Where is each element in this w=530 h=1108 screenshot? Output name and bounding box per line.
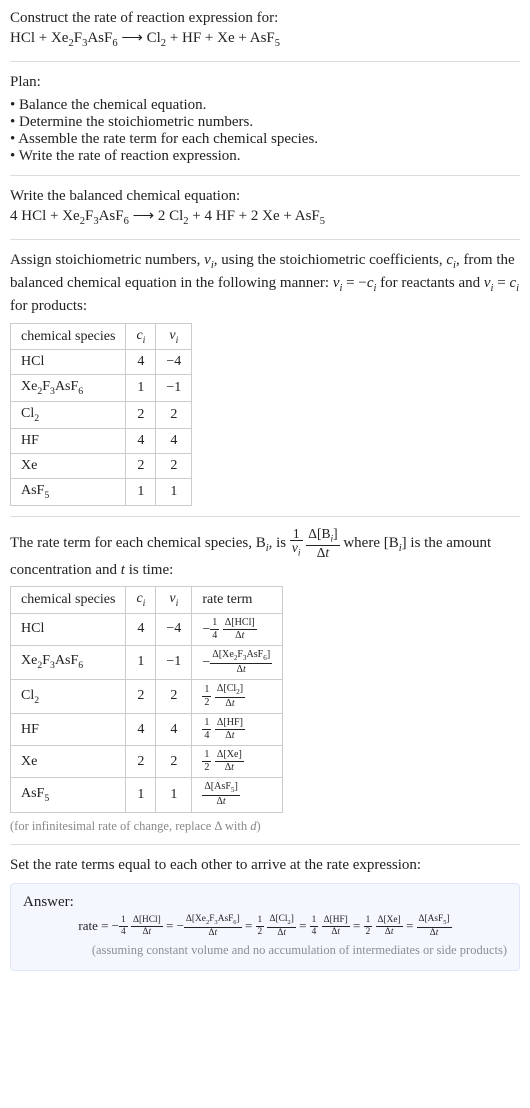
cell-species: AsF5 bbox=[11, 778, 126, 812]
plan-list: Balance the chemical equation. Determine… bbox=[10, 97, 520, 165]
divider bbox=[10, 844, 520, 845]
cell-ci: 1 bbox=[126, 375, 156, 402]
plan-item: Assemble the rate term for each chemical… bbox=[10, 131, 520, 148]
table-row: HCl4−4−14 Δ[HCl]Δt bbox=[11, 613, 283, 645]
balanced-equation: 4 HCl + Xe2F3AsF6 ⟶ 2 Cl2 + 4 HF + 2 Xe … bbox=[10, 206, 520, 229]
col-ci: ci bbox=[126, 323, 156, 350]
plan-item: Balance the chemical equation. bbox=[10, 97, 520, 114]
cell-vi: 2 bbox=[156, 679, 192, 713]
cell-ci: 1 bbox=[126, 479, 156, 506]
table-row: HCl4−4 bbox=[11, 350, 192, 375]
stoich-intro: Assign stoichiometric numbers, νi, using… bbox=[10, 250, 520, 317]
table-row: Cl22212 Δ[Cl2]Δt bbox=[11, 679, 283, 713]
cell-vi: −1 bbox=[156, 645, 192, 679]
plan-title: Plan: bbox=[10, 72, 520, 92]
frac-den: Δt bbox=[306, 545, 339, 560]
cell-species: Xe bbox=[11, 454, 126, 479]
answer-title: Answer: bbox=[23, 894, 507, 911]
cell-species: HCl bbox=[11, 613, 126, 645]
cell-vi: 2 bbox=[156, 454, 192, 479]
table-row: HF4414 Δ[HF]Δt bbox=[11, 714, 283, 746]
cell-ci: 2 bbox=[126, 402, 156, 429]
divider bbox=[10, 516, 520, 517]
cell-ci: 1 bbox=[126, 645, 156, 679]
answer-rate-expression: rate = −14 Δ[HCl]Δt = −Δ[Xe2F3AsF6]Δt = … bbox=[23, 915, 507, 939]
col-species: chemical species bbox=[11, 586, 126, 613]
cell-species: Xe2F3AsF6 bbox=[11, 645, 126, 679]
balanced-title: Write the balanced chemical equation: bbox=[10, 186, 520, 206]
cell-vi: 2 bbox=[156, 402, 192, 429]
cell-species: AsF5 bbox=[11, 479, 126, 506]
answer-box: Answer: rate = −14 Δ[HCl]Δt = −Δ[Xe2F3As… bbox=[10, 883, 520, 971]
cell-vi: −4 bbox=[156, 613, 192, 645]
cell-rate: −14 Δ[HCl]Δt bbox=[192, 613, 283, 645]
rate-intro-p1: The rate term for each chemical species,… bbox=[10, 535, 290, 551]
table-row: Xe2F3AsF61−1 bbox=[11, 375, 192, 402]
rate-table: chemical species ci νi rate term HCl4−4−… bbox=[10, 586, 283, 813]
problem-equation: HCl + Xe2F3AsF6 ⟶ Cl2 + HF + Xe + AsF5 bbox=[10, 28, 520, 51]
cell-vi: 1 bbox=[156, 479, 192, 506]
col-ci: ci bbox=[126, 586, 156, 613]
cell-species: HF bbox=[11, 714, 126, 746]
table-header-row: chemical species ci νi bbox=[11, 323, 192, 350]
cell-vi: 1 bbox=[156, 778, 192, 812]
divider bbox=[10, 175, 520, 176]
cell-ci: 2 bbox=[126, 746, 156, 778]
col-rate: rate term bbox=[192, 586, 283, 613]
cell-species: Xe2F3AsF6 bbox=[11, 375, 126, 402]
table-row: HF44 bbox=[11, 429, 192, 454]
cell-species: HCl bbox=[11, 350, 126, 375]
cell-ci: 4 bbox=[126, 714, 156, 746]
table-row: AsF511Δ[AsF5]Δt bbox=[11, 778, 283, 812]
table-row: Cl222 bbox=[11, 402, 192, 429]
rate-intro: The rate term for each chemical species,… bbox=[10, 527, 520, 580]
rate-tbody: HCl4−4−14 Δ[HCl]ΔtXe2F3AsF61−1−Δ[Xe2F3As… bbox=[11, 613, 283, 812]
cell-ci: 4 bbox=[126, 429, 156, 454]
stoich-table: chemical species ci νi HCl4−4Xe2F3AsF61−… bbox=[10, 323, 192, 506]
cell-vi: −4 bbox=[156, 350, 192, 375]
cell-rate: 14 Δ[HF]Δt bbox=[192, 714, 283, 746]
cell-species: Xe bbox=[11, 746, 126, 778]
col-vi: νi bbox=[156, 323, 192, 350]
cell-ci: 2 bbox=[126, 679, 156, 713]
table-row: AsF511 bbox=[11, 479, 192, 506]
cell-ci: 2 bbox=[126, 454, 156, 479]
cell-ci: 4 bbox=[126, 613, 156, 645]
cell-vi: −1 bbox=[156, 375, 192, 402]
table-row: Xe22 bbox=[11, 454, 192, 479]
cell-species: Cl2 bbox=[11, 679, 126, 713]
cell-rate: −Δ[Xe2F3AsF6]Δt bbox=[192, 645, 283, 679]
page-root: Construct the rate of reaction expressio… bbox=[0, 0, 530, 983]
table-row: Xe2F3AsF61−1−Δ[Xe2F3AsF6]Δt bbox=[11, 645, 283, 679]
cell-species: Cl2 bbox=[11, 402, 126, 429]
cell-ci: 1 bbox=[126, 778, 156, 812]
rate-intro-frac-dconc: Δ[Bi] Δt bbox=[306, 527, 339, 560]
frac-num: 1 bbox=[290, 527, 303, 541]
divider bbox=[10, 239, 520, 240]
plan-item: Determine the stoichiometric numbers. bbox=[10, 114, 520, 131]
col-vi: νi bbox=[156, 586, 192, 613]
answer-assumption: (assuming constant volume and no accumul… bbox=[23, 943, 507, 958]
cell-rate: Δ[AsF5]Δt bbox=[192, 778, 283, 812]
cell-rate: 12 Δ[Cl2]Δt bbox=[192, 679, 283, 713]
divider bbox=[10, 61, 520, 62]
cell-vi: 4 bbox=[156, 429, 192, 454]
col-species: chemical species bbox=[11, 323, 126, 350]
cell-vi: 2 bbox=[156, 746, 192, 778]
table-header-row: chemical species ci νi rate term bbox=[11, 586, 283, 613]
cell-vi: 4 bbox=[156, 714, 192, 746]
cell-rate: 12 Δ[Xe]Δt bbox=[192, 746, 283, 778]
problem-title: Construct the rate of reaction expressio… bbox=[10, 8, 520, 28]
rate-intro-frac-coeff: 1 νi bbox=[290, 527, 303, 560]
table-row: Xe2212 Δ[Xe]Δt bbox=[11, 746, 283, 778]
rate-table-footnote: (for infinitesimal rate of change, repla… bbox=[10, 819, 520, 834]
set-equal: Set the rate terms equal to each other t… bbox=[10, 855, 520, 875]
frac-num: Δ[Bi] bbox=[306, 527, 339, 545]
frac-den: νi bbox=[290, 540, 303, 559]
plan-item: Write the rate of reaction expression. bbox=[10, 148, 520, 165]
stoich-tbody: HCl4−4Xe2F3AsF61−1Cl222HF44Xe22AsF511 bbox=[11, 350, 192, 505]
cell-ci: 4 bbox=[126, 350, 156, 375]
cell-species: HF bbox=[11, 429, 126, 454]
